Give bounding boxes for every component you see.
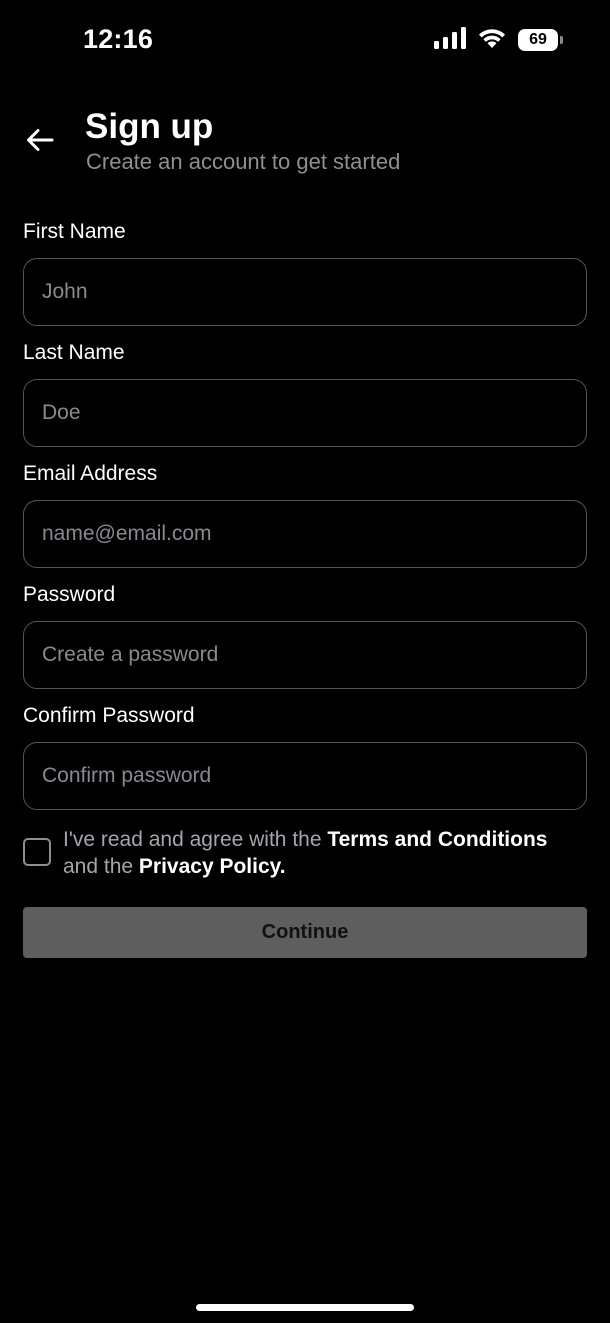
email-label: Email Address	[23, 462, 158, 485]
confirm-password-field-group: Confirm Password	[23, 703, 587, 824]
page-title: Sign up	[85, 107, 214, 146]
agreement-text-before: I've read and agree with the	[63, 828, 328, 851]
battery-level: 69	[529, 31, 547, 48]
continue-button[interactable]: Continue	[23, 907, 587, 958]
home-indicator	[196, 1304, 414, 1311]
terms-link[interactable]: Terms and Conditions	[327, 828, 547, 851]
status-bar: 12:16 69	[0, 0, 610, 84]
email-input[interactable]	[23, 500, 587, 568]
agree-checkbox[interactable]	[23, 838, 51, 866]
password-label: Password	[23, 583, 116, 606]
password-field-group: Password	[23, 582, 587, 703]
back-button[interactable]	[22, 124, 58, 160]
page-subtitle: Create an account to get started	[86, 149, 401, 174]
confirm-password-input[interactable]	[23, 742, 587, 810]
password-input[interactable]	[23, 621, 587, 689]
confirm-password-label: Confirm Password	[23, 704, 195, 727]
last-name-label: Last Name	[23, 341, 125, 364]
signal-icon	[434, 26, 466, 54]
first-name-label: First Name	[23, 220, 126, 243]
privacy-link[interactable]: Privacy Policy.	[139, 855, 286, 878]
first-name-field-group: First Name	[23, 219, 587, 340]
arrow-left-icon	[26, 128, 54, 157]
battery-cap	[560, 36, 563, 44]
email-field-group: Email Address	[23, 461, 587, 582]
status-time: 12:16	[83, 24, 154, 54]
status-icons: 69	[434, 26, 563, 54]
agreement-text-middle: and the	[63, 855, 139, 878]
last-name-input[interactable]	[23, 379, 587, 447]
battery-icon: 69	[518, 29, 563, 51]
last-name-field-group: Last Name	[23, 340, 587, 461]
first-name-input[interactable]	[23, 258, 587, 326]
wifi-icon	[478, 27, 506, 54]
agreement-row: I've read and agree with the Terms and C…	[23, 826, 587, 882]
signup-form: First Name Last Name Email Address Passw…	[23, 219, 587, 824]
agreement-text: I've read and agree with the Terms and C…	[63, 826, 587, 880]
